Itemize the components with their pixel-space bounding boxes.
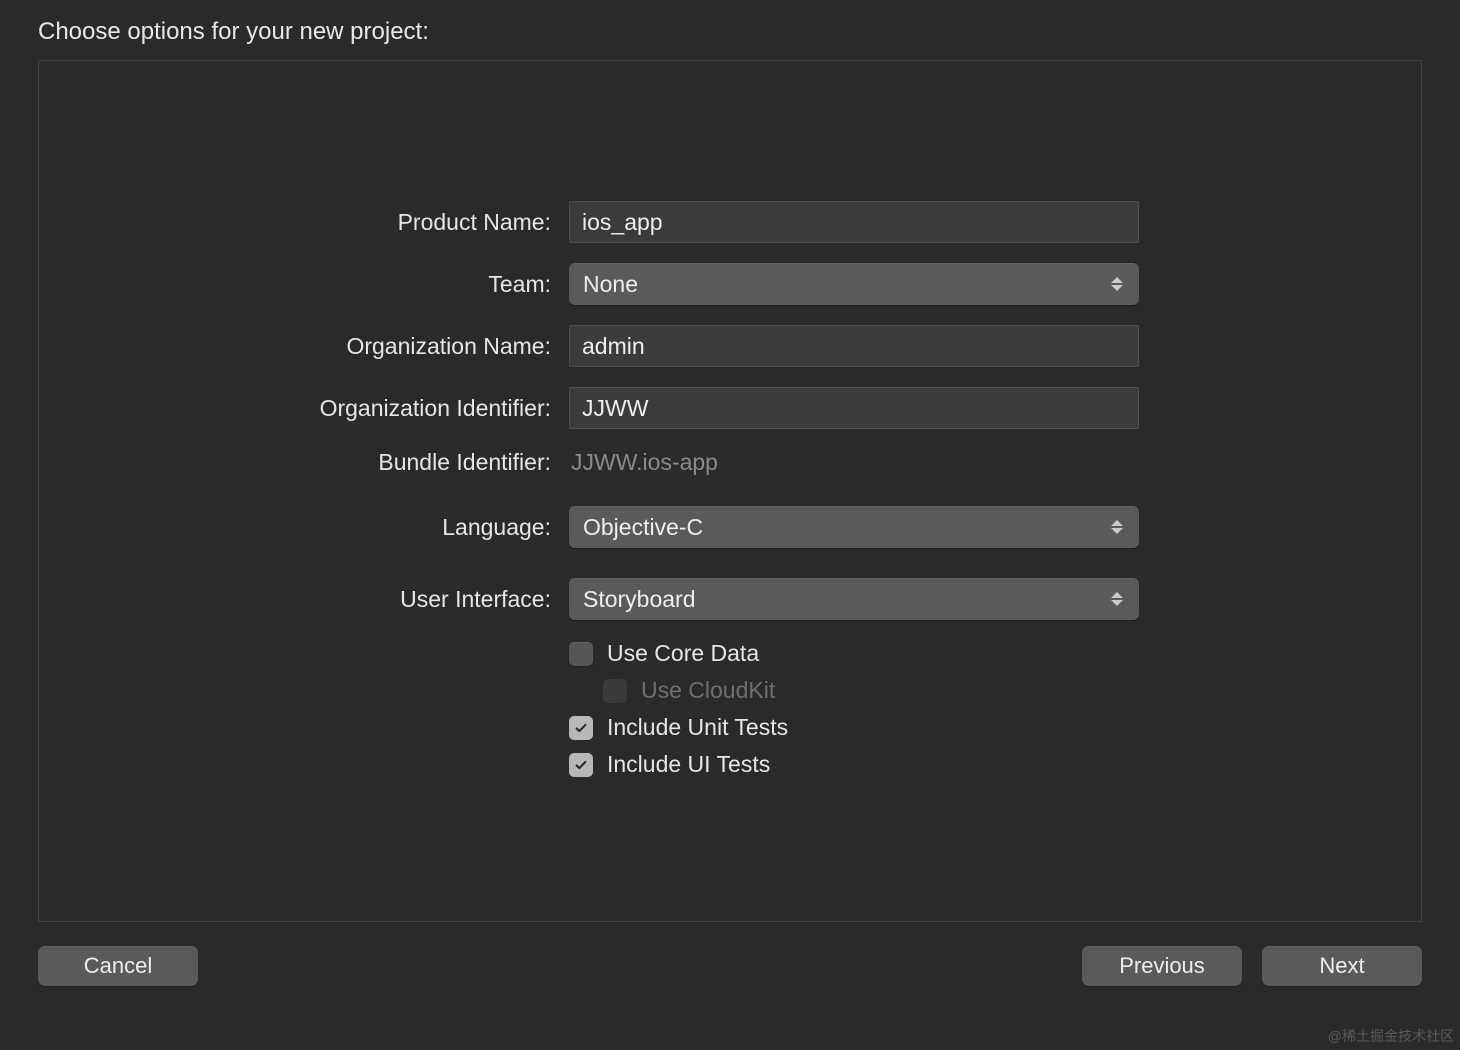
user-interface-select-value: Storyboard <box>583 586 696 613</box>
team-label: Team: <box>39 271 569 298</box>
checkmark-icon <box>574 758 588 772</box>
previous-button[interactable]: Previous <box>1082 946 1242 986</box>
options-panel: Product Name: Team: None Organiz <box>38 60 1422 922</box>
updown-caret-icon <box>1111 273 1127 295</box>
organization-identifier-label: Organization Identifier: <box>39 395 569 422</box>
updown-caret-icon <box>1111 516 1127 538</box>
bundle-identifier-label: Bundle Identifier: <box>39 449 569 476</box>
use-core-data-checkbox[interactable] <box>569 642 593 666</box>
next-button[interactable]: Next <box>1262 946 1422 986</box>
dialog-heading: Choose options for your new project: <box>38 18 1422 46</box>
include-ui-tests-checkbox[interactable] <box>569 753 593 777</box>
user-interface-select[interactable]: Storyboard <box>569 578 1139 620</box>
product-name-label: Product Name: <box>39 209 569 236</box>
user-interface-label: User Interface: <box>39 586 569 613</box>
product-name-input[interactable] <box>569 201 1139 243</box>
team-select-value: None <box>583 271 638 298</box>
use-core-data-label: Use Core Data <box>607 640 759 667</box>
checkmark-icon <box>574 721 588 735</box>
language-select-value: Objective-C <box>583 514 703 541</box>
include-unit-tests-checkbox[interactable] <box>569 716 593 740</box>
include-ui-tests-label: Include UI Tests <box>607 751 770 778</box>
language-label: Language: <box>39 514 569 541</box>
team-select[interactable]: None <box>569 263 1139 305</box>
use-cloudkit-checkbox <box>603 679 627 703</box>
updown-caret-icon <box>1111 588 1127 610</box>
language-select[interactable]: Objective-C <box>569 506 1139 548</box>
watermark-text: @稀土掘金技术社区 <box>1328 1026 1454 1046</box>
organization-name-input[interactable] <box>569 325 1139 367</box>
organization-identifier-input[interactable] <box>569 387 1139 429</box>
use-cloudkit-label: Use CloudKit <box>641 677 775 704</box>
bundle-identifier-value: JJWW.ios-app <box>569 449 718 475</box>
include-unit-tests-label: Include Unit Tests <box>607 714 788 741</box>
organization-name-label: Organization Name: <box>39 333 569 360</box>
cancel-button[interactable]: Cancel <box>38 946 198 986</box>
